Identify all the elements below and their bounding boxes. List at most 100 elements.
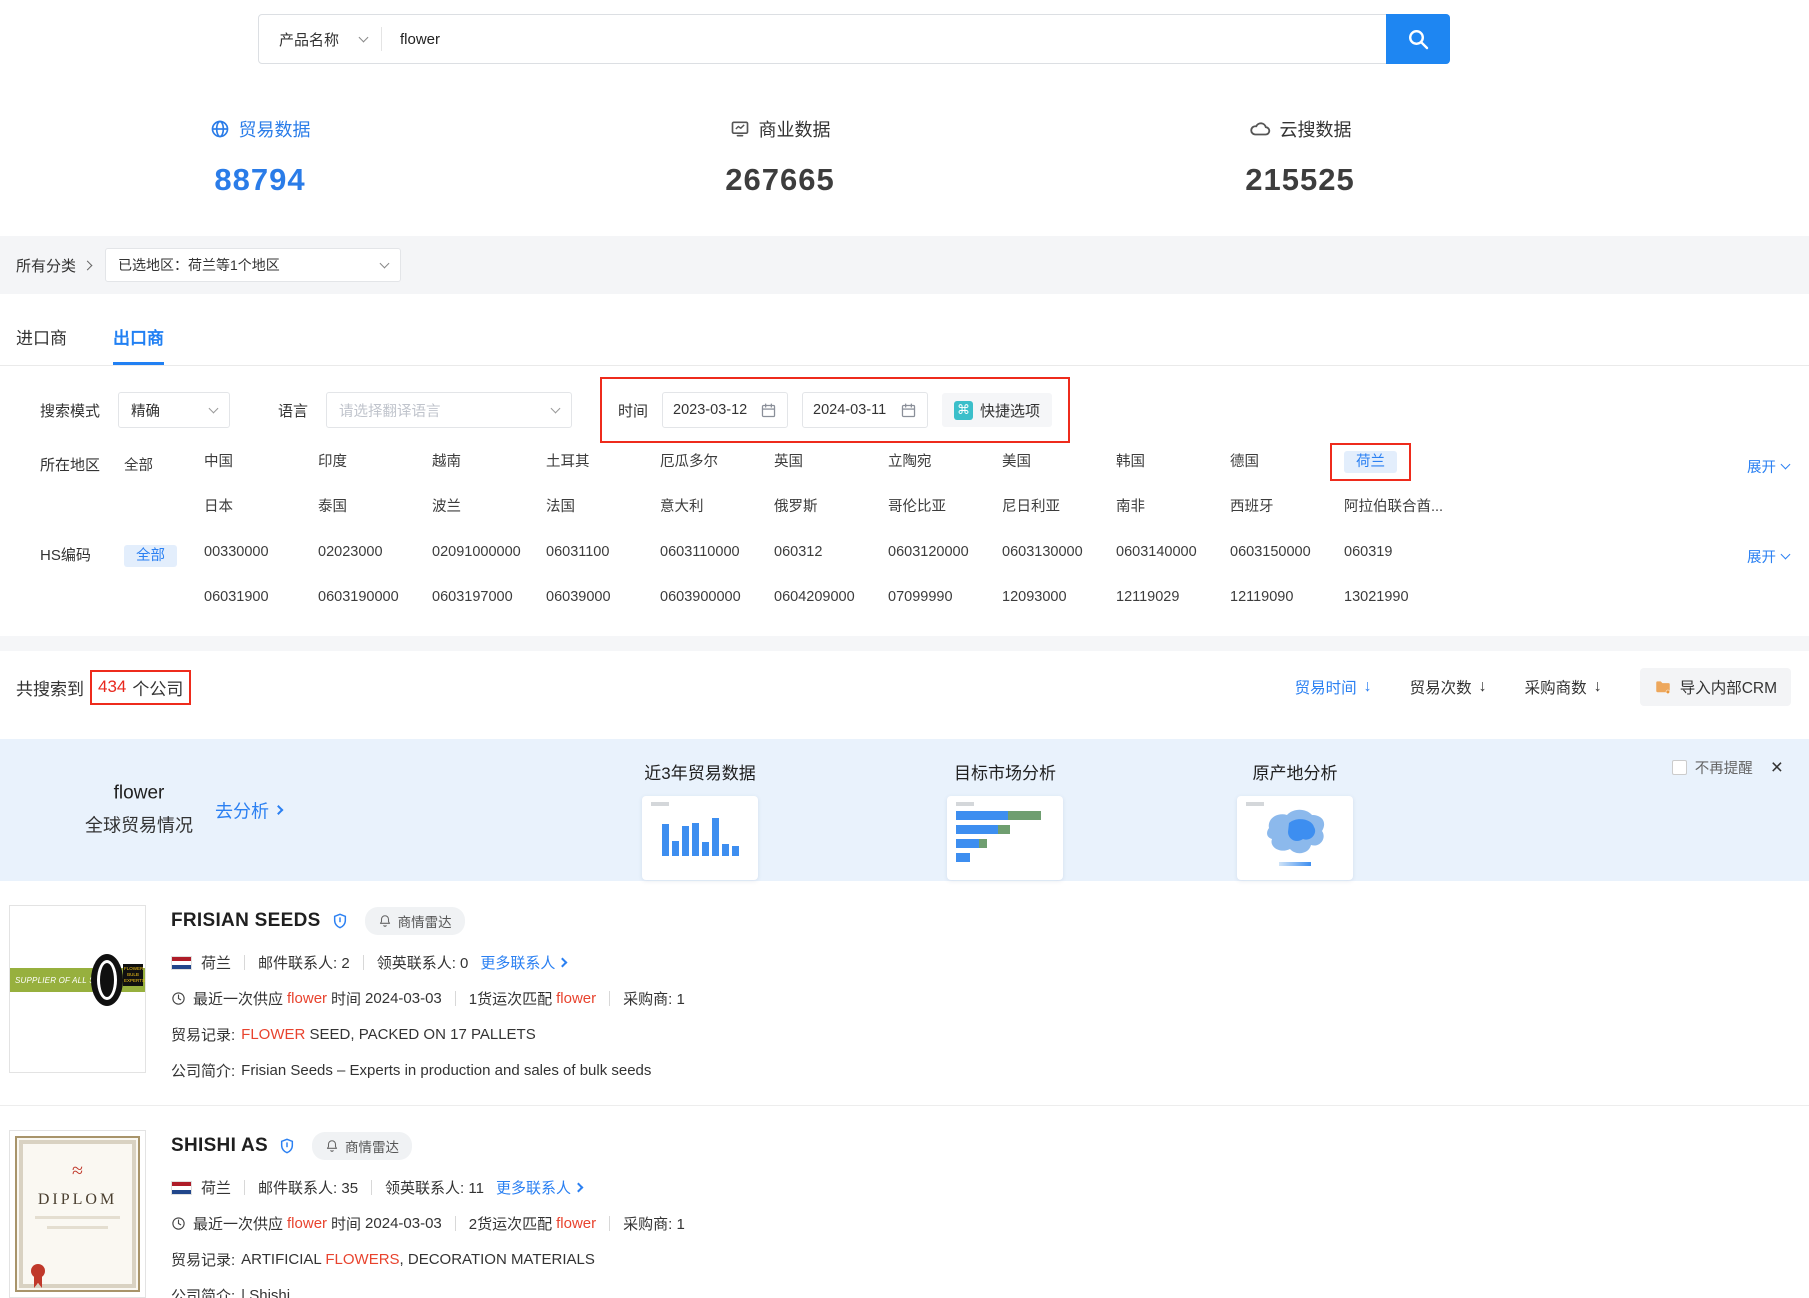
language-select[interactable]: 请选择翻译语言: [326, 392, 572, 428]
region-item[interactable]: 南非: [1116, 497, 1230, 517]
banner-card-trade-3y[interactable]: 近3年贸易数据: [600, 759, 800, 880]
hs-code-item[interactable]: 0603110000: [660, 542, 774, 562]
hs-code-item[interactable]: 0603900000: [660, 587, 774, 607]
company-name[interactable]: FRISIAN SEEDS: [171, 910, 321, 932]
hs-code-item[interactable]: 02023000: [318, 542, 432, 562]
region-item[interactable]: 尼日利亚: [1002, 497, 1116, 517]
globe-icon: [210, 119, 230, 139]
more-contacts-link[interactable]: 更多联系人: [496, 1177, 582, 1198]
company-logo[interactable]: SUPPLIER OF ALL SEEDS FLOWER BULB EXPERT…: [9, 905, 146, 1073]
hs-code-item[interactable]: 12119029: [1116, 587, 1230, 607]
region-item[interactable]: 韩国: [1116, 452, 1230, 472]
quick-options-button[interactable]: ⌘ 快捷选项: [942, 393, 1052, 427]
tab-exporter[interactable]: 出口商: [113, 324, 164, 365]
region-item[interactable]: 土耳其: [546, 452, 660, 472]
region-item[interactable]: 立陶宛: [888, 452, 1002, 472]
stat-cloud-data[interactable]: 云搜数据 215525: [1040, 116, 1560, 198]
dismiss-checkbox[interactable]: [1672, 760, 1687, 775]
banner-card-origin[interactable]: 原产地分析: [1195, 759, 1395, 880]
search-input[interactable]: [382, 16, 1386, 62]
hs-code-item[interactable]: 13021990: [1344, 587, 1458, 607]
hs-code-item[interactable]: 060319: [1344, 542, 1458, 562]
hs-code-item[interactable]: 12093000: [1002, 587, 1116, 607]
region-item-selected[interactable]: 荷兰: [1344, 452, 1458, 472]
supply-label: 最近一次供应: [193, 1213, 283, 1234]
stat-label: 云搜数据: [1280, 116, 1352, 142]
go-analyze-link[interactable]: 去分析: [215, 797, 282, 823]
date-end-value: 2024-03-11: [813, 402, 886, 418]
hs-code-item[interactable]: 0603150000: [1230, 542, 1344, 562]
hs-code-item[interactable]: 06039000: [546, 587, 660, 607]
stat-value: 215525: [1040, 162, 1560, 198]
region-item[interactable]: 法国: [546, 497, 660, 517]
region-item[interactable]: 波兰: [432, 497, 546, 517]
region-item[interactable]: 意大利: [660, 497, 774, 517]
region-item[interactable]: 厄瓜多尔: [660, 452, 774, 472]
close-icon[interactable]: ×: [1771, 757, 1783, 778]
import-crm-button[interactable]: 导入内部CRM: [1640, 668, 1791, 706]
banner-card-title: 原产地分析: [1195, 759, 1395, 784]
region-expand-link[interactable]: 展开: [1747, 456, 1789, 477]
date-start-input[interactable]: 2023-03-12: [662, 392, 788, 428]
region-item-netherlands[interactable]: 荷兰: [1344, 451, 1397, 473]
region-item[interactable]: 德国: [1230, 452, 1344, 472]
region-item[interactable]: 中国: [204, 452, 318, 472]
hs-all-pill[interactable]: 全部: [124, 545, 177, 567]
crm-button-label: 导入内部CRM: [1680, 676, 1777, 698]
hs-code-item[interactable]: 0603190000: [318, 587, 432, 607]
divider: [609, 1216, 610, 1231]
search-button[interactable]: [1386, 14, 1450, 64]
filter-panel: 搜索模式 精确 语言 请选择翻译语言 时间 2023-03-12 2024-03…: [0, 392, 1809, 632]
hs-code-item[interactable]: 06031900: [204, 587, 318, 607]
linkedin-contacts: 领英联系人: 11: [385, 1177, 484, 1198]
hs-code-item[interactable]: 02091000000: [432, 542, 546, 562]
more-contacts-link[interactable]: 更多联系人: [480, 952, 566, 973]
sort-trade-count[interactable]: 贸易次数 ↓: [1410, 676, 1487, 698]
selected-region-select[interactable]: 已选地区：荷兰等1个地区: [105, 248, 401, 282]
tab-importer[interactable]: 进口商: [16, 324, 67, 365]
region-item[interactable]: 西班牙: [1230, 497, 1344, 517]
hs-code-item[interactable]: 0604209000: [774, 587, 888, 607]
region-item[interactable]: 印度: [318, 452, 432, 472]
hs-code-item[interactable]: 06031100: [546, 542, 660, 562]
region-item[interactable]: 哥伦比亚: [888, 497, 1002, 517]
search-mode-select[interactable]: 精确: [118, 392, 230, 428]
hs-code-item[interactable]: 07099990: [888, 587, 1002, 607]
calendar-icon: [760, 402, 777, 419]
diploma-title: DIPLOM: [17, 1191, 138, 1209]
hs-code-item[interactable]: 0603120000: [888, 542, 1002, 562]
region-item[interactable]: 美国: [1002, 452, 1116, 472]
region-item[interactable]: 日本: [204, 497, 318, 517]
product-category-select[interactable]: 产品名称: [259, 29, 381, 50]
stat-trade-data[interactable]: 贸易数据 88794: [0, 116, 520, 198]
region-item[interactable]: 阿拉伯联合酋...: [1344, 497, 1458, 517]
hs-code-item[interactable]: 12119090: [1230, 587, 1344, 607]
supply-label: 最近一次供应: [193, 988, 283, 1009]
hs-code-item[interactable]: 0603197000: [432, 587, 546, 607]
expand-label: 展开: [1747, 546, 1776, 567]
hs-expand-link[interactable]: 展开: [1747, 546, 1789, 567]
hs-code-item[interactable]: 060312: [774, 542, 888, 562]
business-radar-tag[interactable]: 商情雷达: [365, 907, 465, 935]
region-all-option[interactable]: 全部: [124, 452, 204, 542]
business-radar-tag[interactable]: 商情雷达: [312, 1132, 412, 1160]
region-item[interactable]: 英国: [774, 452, 888, 472]
hs-all-option[interactable]: 全部: [124, 542, 204, 632]
selected-region-text: 已选地区：荷兰等1个地区: [118, 255, 280, 275]
region-item[interactable]: 泰国: [318, 497, 432, 517]
stat-business-data[interactable]: 商业数据 267665: [520, 116, 1040, 198]
match-text: 1货运次匹配: [469, 988, 552, 1009]
region-item[interactable]: 俄罗斯: [774, 497, 888, 517]
all-categories-link[interactable]: 所有分类: [16, 255, 91, 276]
sort-buyer-count[interactable]: 采购商数 ↓: [1525, 676, 1602, 698]
hs-code-item[interactable]: 0603130000: [1002, 542, 1116, 562]
date-end-input[interactable]: 2024-03-11: [802, 392, 928, 428]
hs-code-item[interactable]: 00330000: [204, 542, 318, 562]
company-name[interactable]: SHISHI AS: [171, 1135, 268, 1157]
sort-trade-time[interactable]: 贸易时间 ↓: [1295, 676, 1372, 698]
region-item[interactable]: 越南: [432, 452, 546, 472]
hs-code-item[interactable]: 0603140000: [1116, 542, 1230, 562]
shield-icon: [279, 1137, 295, 1155]
banner-card-target-market[interactable]: 目标市场分析: [905, 759, 1105, 880]
company-logo[interactable]: ≈ DIPLOM: [9, 1130, 146, 1298]
